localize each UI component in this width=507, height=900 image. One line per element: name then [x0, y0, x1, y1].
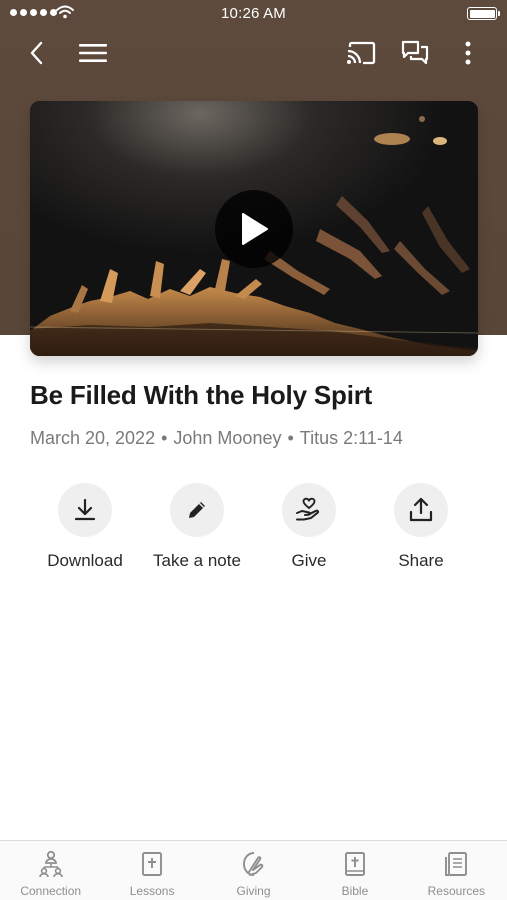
navigation-bar	[0, 30, 507, 76]
chat-bubbles-icon	[401, 40, 429, 65]
tab-connection-label: Connection	[20, 884, 82, 898]
document-stack-icon	[441, 849, 471, 879]
tab-lessons[interactable]: Lessons	[101, 841, 202, 900]
download-circle	[58, 483, 112, 537]
battery-icon	[467, 7, 500, 20]
pencil-icon	[189, 502, 205, 518]
battery-fill	[469, 9, 495, 18]
tab-bible[interactable]: Bible	[304, 841, 405, 900]
book-cross-icon	[137, 849, 167, 879]
sermon-date: March 20, 2022	[30, 428, 156, 448]
more-vertical-icon	[465, 41, 471, 65]
meta-separator: •	[161, 428, 168, 448]
cast-button[interactable]	[342, 34, 380, 72]
share-label: Share	[398, 551, 444, 570]
tab-giving-label: Giving	[236, 884, 271, 898]
back-button[interactable]	[18, 34, 56, 72]
action-row: Download Take a note Give Share	[30, 483, 478, 583]
sermon-scripture: Titus 2:11-14	[299, 428, 403, 448]
play-button[interactable]	[215, 190, 293, 268]
people-network-icon	[36, 849, 66, 879]
sermon-speaker: John Mooney	[173, 428, 282, 448]
take-note-circle	[170, 483, 224, 537]
take-note-button[interactable]: Take a note	[142, 483, 252, 571]
bottom-tab-bar: Connection Lessons Giving Bible Resource…	[0, 840, 507, 900]
hand-heart-icon	[296, 497, 320, 521]
bible-cross-icon	[340, 849, 370, 879]
video-player[interactable]	[30, 101, 478, 356]
tab-resources-label: Resources	[427, 884, 485, 898]
chevron-left-icon	[30, 41, 43, 65]
tab-giving[interactable]: Giving	[203, 841, 304, 900]
download-label: Download	[47, 551, 123, 570]
give-label: Give	[291, 551, 327, 570]
status-time: 10:26 AM	[221, 5, 286, 22]
sermon-meta: March 20, 2022 • John Mooney • Titus 2:11-14	[30, 428, 490, 449]
play-icon	[242, 213, 268, 245]
take-note-label: Take a note	[153, 551, 241, 570]
hamburger-menu-icon	[79, 44, 107, 62]
sermon-title: Be Filled With the Holy Spirt	[30, 380, 373, 410]
tab-lessons-label: Lessons	[129, 884, 175, 898]
tab-bible-label: Bible	[341, 884, 369, 898]
tab-resources[interactable]: Resources	[406, 841, 507, 900]
give-circle	[282, 483, 336, 537]
giving-hand-icon	[239, 849, 269, 879]
give-button[interactable]: Give	[254, 483, 364, 571]
share-upload-icon	[409, 497, 433, 522]
meta-separator: •	[287, 428, 294, 448]
status-bar: 10:26 AM	[0, 0, 507, 28]
more-options-button[interactable]	[449, 34, 487, 72]
menu-button[interactable]	[74, 34, 112, 72]
download-button[interactable]: Download	[30, 483, 140, 571]
cast-icon	[347, 41, 376, 65]
share-circle	[394, 483, 448, 537]
share-button[interactable]: Share	[366, 483, 476, 571]
chat-button[interactable]	[396, 34, 434, 72]
tab-connection[interactable]: Connection	[0, 841, 101, 900]
download-icon	[74, 498, 96, 521]
